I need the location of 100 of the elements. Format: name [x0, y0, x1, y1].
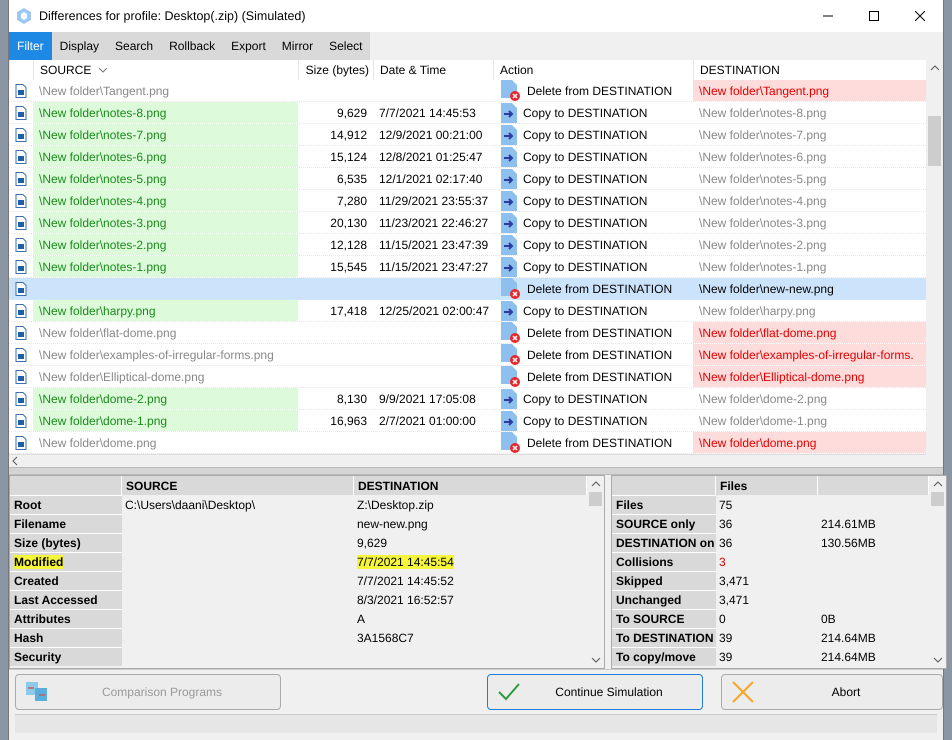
close-icon: [732, 681, 754, 703]
stat-count: 36: [718, 516, 734, 532]
image-file-icon: [15, 260, 27, 274]
image-file-icon: [15, 238, 27, 252]
destination-cell: \New folder\Elliptical-dome.png: [693, 366, 926, 387]
source-cell-text: \New folder\Elliptical-dome.png: [38, 368, 206, 386]
destination-cell-text: \New folder\notes-6.png: [698, 148, 828, 166]
menu-tab[interactable]: Mirror: [274, 32, 322, 60]
scrollbar-thumb[interactable]: [589, 492, 602, 506]
dialog-button[interactable]: Abort: [721, 674, 943, 710]
scrollbar-thumb[interactable]: [928, 116, 941, 166]
source-cell: \New folder\notes-6.png: [33, 146, 298, 167]
file-row[interactable]: \New folder\notes-6.png 15,124 12/8/2021 01:25:47 Copy to DESTINATION \New folder\notes-6.png: [9, 146, 926, 168]
file-row[interactable]: \New folder\examples-of-irregular-forms.png Delete from DESTINATION \New folder\examples-of-irregular-forms.: [9, 344, 926, 366]
image-file-icon: [15, 216, 27, 230]
size-cell-text: 9,629: [336, 104, 368, 122]
action-text: Copy to DESTINATION: [523, 414, 648, 428]
date-cell-text: 2/7/2021 01:00:00: [378, 412, 477, 430]
size-cell-text: 16,963: [329, 412, 368, 430]
menu-tab[interactable]: Search: [107, 32, 162, 60]
file-row[interactable]: \New folder\flat-dome.png Delete from DESTINATION \New folder\flat-dome.png: [9, 322, 926, 344]
action-text: Delete from DESTINATION: [527, 326, 672, 340]
stat-label: Collisions: [612, 552, 716, 571]
size-cell-text: 15,545: [329, 258, 368, 276]
destination-cell-text: \New folder\notes-4.png: [698, 192, 828, 210]
stat-label: To SOURCE: [612, 609, 716, 628]
stat-count: 3: [718, 554, 727, 570]
file-row[interactable]: \New folder\notes-2.png 12,128 11/15/2021 23:47:39 Copy to DESTINATION \New folder\notes-2.png: [9, 234, 926, 256]
stat-label: To DESTINATION: [612, 628, 716, 647]
stat-size: 214.61MB: [821, 516, 876, 530]
sort-caret-icon[interactable]: [99, 68, 108, 72]
source-cell-text: \New folder\examples-of-irregular-forms.png: [38, 346, 275, 364]
file-row[interactable]: \New folder\dome-2.png 8,130 9/9/2021 17:05:08 Copy to DESTINATION \New folder\dome-2.png: [9, 388, 926, 410]
property-label: Root: [14, 498, 42, 512]
property-value: 8/3/2021 16:52:57: [357, 592, 454, 606]
file-row[interactable]: \New folder\dome.png Delete from DESTINATION \New folder\dome.png: [9, 432, 926, 454]
property-value: 7/7/2021 14:45:52: [357, 574, 454, 588]
date-cell-text: 11/23/2021 22:46:27: [378, 214, 490, 232]
source-cell: \New folder\notes-8.png: [33, 102, 298, 123]
size-cell-text: 8,130: [336, 390, 368, 408]
column-header: DESTINATION: [354, 476, 587, 495]
image-file-icon: [15, 106, 27, 120]
property-label: Size (bytes): [14, 536, 81, 550]
stat-label: SOURCE only: [612, 514, 716, 533]
file-row[interactable]: \New folder\notes-1.png 15,545 11/15/2021 23:47:27 Copy to DESTINATION \New folder\notes-1.png: [9, 256, 926, 278]
menu-tab[interactable]: Filter: [9, 32, 52, 60]
size-cell-text: 15,124: [329, 148, 368, 166]
menu-tab[interactable]: Display: [52, 32, 108, 60]
files-compare-icon: [26, 682, 48, 702]
source-cell: \New folder\notes-1.png: [33, 256, 298, 277]
date-cell-text: 12/1/2021 02:17:40: [378, 170, 484, 188]
file-row[interactable]: \New folder\Tangent.png Delete from DESTINATION \New folder\Tangent.png: [9, 80, 926, 102]
maximize-icon[interactable]: [869, 11, 879, 21]
stat-size: 214.64MB: [821, 630, 876, 644]
menu-tab[interactable]: Rollback: [161, 32, 224, 60]
file-row[interactable]: \New folder\notes-7.png 14,912 12/9/2021 00:21:00 Copy to DESTINATION \New folder\notes-7.png: [9, 124, 926, 146]
date-cell-text: 11/15/2021 23:47:27: [378, 258, 490, 276]
source-cell: \New folder\dome-2.png: [33, 388, 298, 409]
file-row[interactable]: \New folder\Elliptical-dome.png Delete from DESTINATION \New folder\Elliptical-dome.png: [9, 366, 926, 388]
date-cell-text: 9/9/2021 17:05:08: [378, 390, 477, 408]
destination-cell-text: \New folder\notes-7.png: [698, 126, 828, 144]
action-text: Copy to DESTINATION: [523, 150, 648, 164]
size-cell-text: 7,280: [336, 192, 368, 210]
image-file-icon: [15, 194, 27, 208]
property-label: Created: [14, 574, 59, 588]
destination-cell-text: \New folder\notes-1.png: [698, 258, 828, 276]
menu-tab[interactable]: Select: [321, 32, 370, 60]
file-row[interactable]: \New folder\notes-4.png 7,280 11/29/2021 23:55:37 Copy to DESTINATION \New folder\notes-4.png: [9, 190, 926, 212]
stat-label: Unchanged: [612, 590, 716, 609]
source-cell: \New folder\notes-7.png: [33, 124, 298, 145]
menu-tab[interactable]: Export: [223, 32, 274, 60]
destination-cell-text: \New folder\notes-5.png: [698, 170, 828, 188]
scrollbar-thumb[interactable]: [931, 492, 944, 506]
stat-count: 75: [718, 496, 734, 514]
file-row[interactable]: \New folder\harpy.png 17,418 12/25/2021 02:00:47 Copy to DESTINATION \New folder\harpy.png: [9, 300, 926, 322]
file-row[interactable]: \New folder\notes-3.png 20,130 11/23/2021 22:46:27 Copy to DESTINATION \New folder\notes-3.png: [9, 212, 926, 234]
destination-cell: \New folder\flat-dome.png: [693, 322, 926, 343]
close-icon[interactable]: [915, 11, 925, 21]
action-text: Delete from DESTINATION: [527, 436, 672, 450]
action-text: Copy to DESTINATION: [523, 172, 648, 186]
action-text: Copy to DESTINATION: [523, 260, 648, 274]
file-row[interactable]: \New folder\notes-5.png 6,535 12/1/2021 02:17:40 Copy to DESTINATION \New folder\notes-5.png: [9, 168, 926, 190]
action-text: Copy to DESTINATION: [523, 128, 648, 142]
destination-cell-text: \New folder\notes-3.png: [698, 214, 828, 232]
property-value: 7/7/2021 14:45:54: [357, 554, 454, 568]
source-cell: \New folder\notes-3.png: [33, 212, 298, 233]
destination-cell: \New folder\dome.png: [693, 432, 926, 453]
source-cell: \New folder\dome-1.png: [33, 410, 298, 431]
date-cell-text: 11/15/2021 23:47:39: [378, 236, 490, 254]
image-file-icon: [15, 172, 27, 186]
file-row[interactable]: \New folder\notes-8.png 9,629 7/7/2021 14:45:53 Copy to DESTINATION \New folder\notes-8.png: [9, 102, 926, 124]
file-row[interactable]: Delete from DESTINATION \New folder\new-new.png: [9, 278, 926, 300]
image-file-icon: [15, 84, 27, 98]
stat-size: 130.56MB: [821, 536, 876, 550]
file-row[interactable]: \New folder\dome-1.png 16,963 2/7/2021 01:00:00 Copy to DESTINATION \New folder\dome-1.png: [9, 410, 926, 432]
property-value: C:\Users\daani\Desktop\: [125, 498, 256, 512]
stat-count: 36: [718, 534, 734, 552]
dialog-button[interactable]: Continue Simulation: [487, 674, 703, 710]
stat-label: Files: [612, 495, 716, 514]
check-icon: [498, 683, 520, 701]
